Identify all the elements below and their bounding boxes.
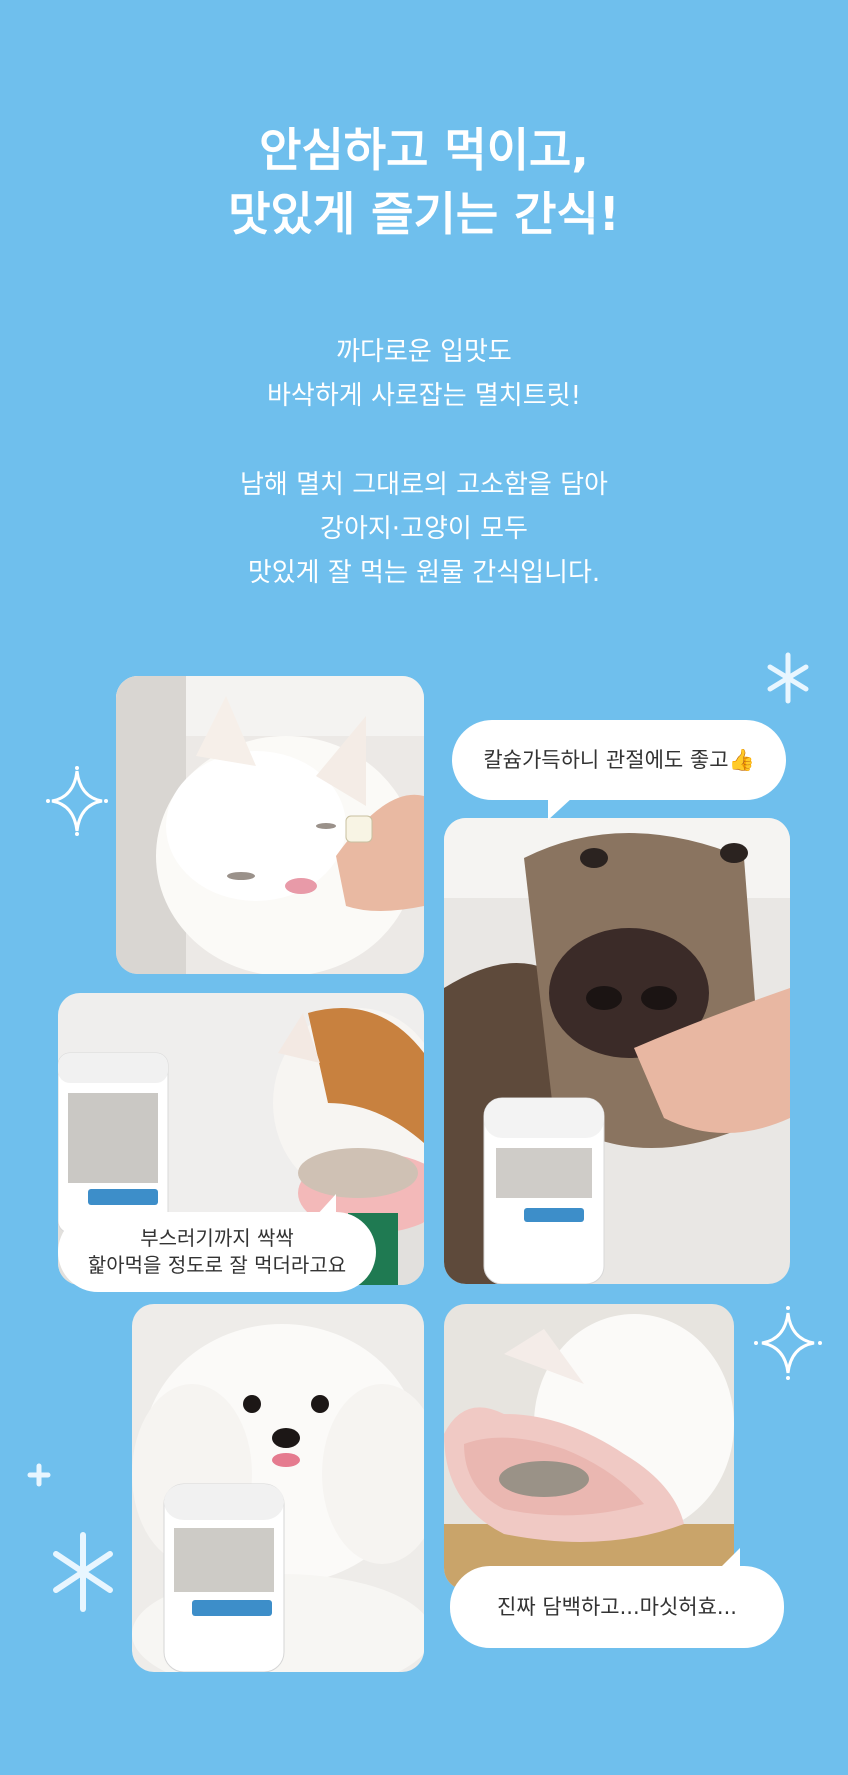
sparkle-icon [44,765,110,837]
headline-line-2: 맛있게 즐기는 간식! [228,187,620,241]
sparkle-small-icon [26,1462,52,1488]
bubble-tasty-text: 진짜 담백하고...마싯허효... [497,1595,737,1619]
description-text: 남해 멸치 그대로의 고소함을 담아 강아지·고양이 모두 맛있게 잘 먹는 원… [0,463,848,595]
sparkle-star-icon [766,651,810,705]
bubble-crumbs-line-1: 부스러기까지 싹싹 [140,1226,294,1250]
bubble-tail [316,1194,336,1216]
sparkle-icon [752,1305,824,1381]
speech-bubble-crumbs: 부스러기까지 싹싹 핥아먹을 정도로 잘 먹더라고요 [58,1194,376,1292]
speech-bubble-calcium: 칼슘가득하니 관절에도 좋고👍 [452,720,786,820]
bubble-crumbs-line-2: 핥아먹을 정도로 잘 먹더라고요 [87,1253,347,1277]
page: { "headline": { "line1": "안심하고 먹이고,", "l… [0,0,848,1775]
description-line-2: 강아지·고양이 모두 [320,514,528,544]
bubble-calcium-text: 칼슘가득하니 관절에도 좋고👍 [483,748,755,772]
bubble-tail [548,798,572,820]
photo-dog-eating-treat [444,818,790,1284]
headline: 안심하고 먹이고, 맛있게 즐기는 간식! [0,118,848,246]
photo-cat-eating-treat [116,676,424,974]
intro-text: 까다로운 입맛도 바삭하게 사로잡는 멸치트릿! [0,330,848,418]
description-line-3: 맛있게 잘 먹는 원물 간식입니다. [247,558,601,588]
intro-line-1: 까다로운 입맛도 [336,337,512,367]
intro-line-2: 바삭하게 사로잡는 멸치트릿! [267,381,581,411]
description-line-1: 남해 멸치 그대로의 고소함을 담아 [240,470,608,500]
bubble-tail [718,1548,740,1570]
speech-bubble-tasty: 진짜 담백하고...마싯허효... [450,1548,784,1648]
photo-cat-pink-bowl [444,1304,734,1590]
sparkle-star-icon [50,1530,116,1614]
headline-line-1: 안심하고 먹이고, [259,123,589,177]
photo-poodle-with-jar [132,1304,424,1672]
